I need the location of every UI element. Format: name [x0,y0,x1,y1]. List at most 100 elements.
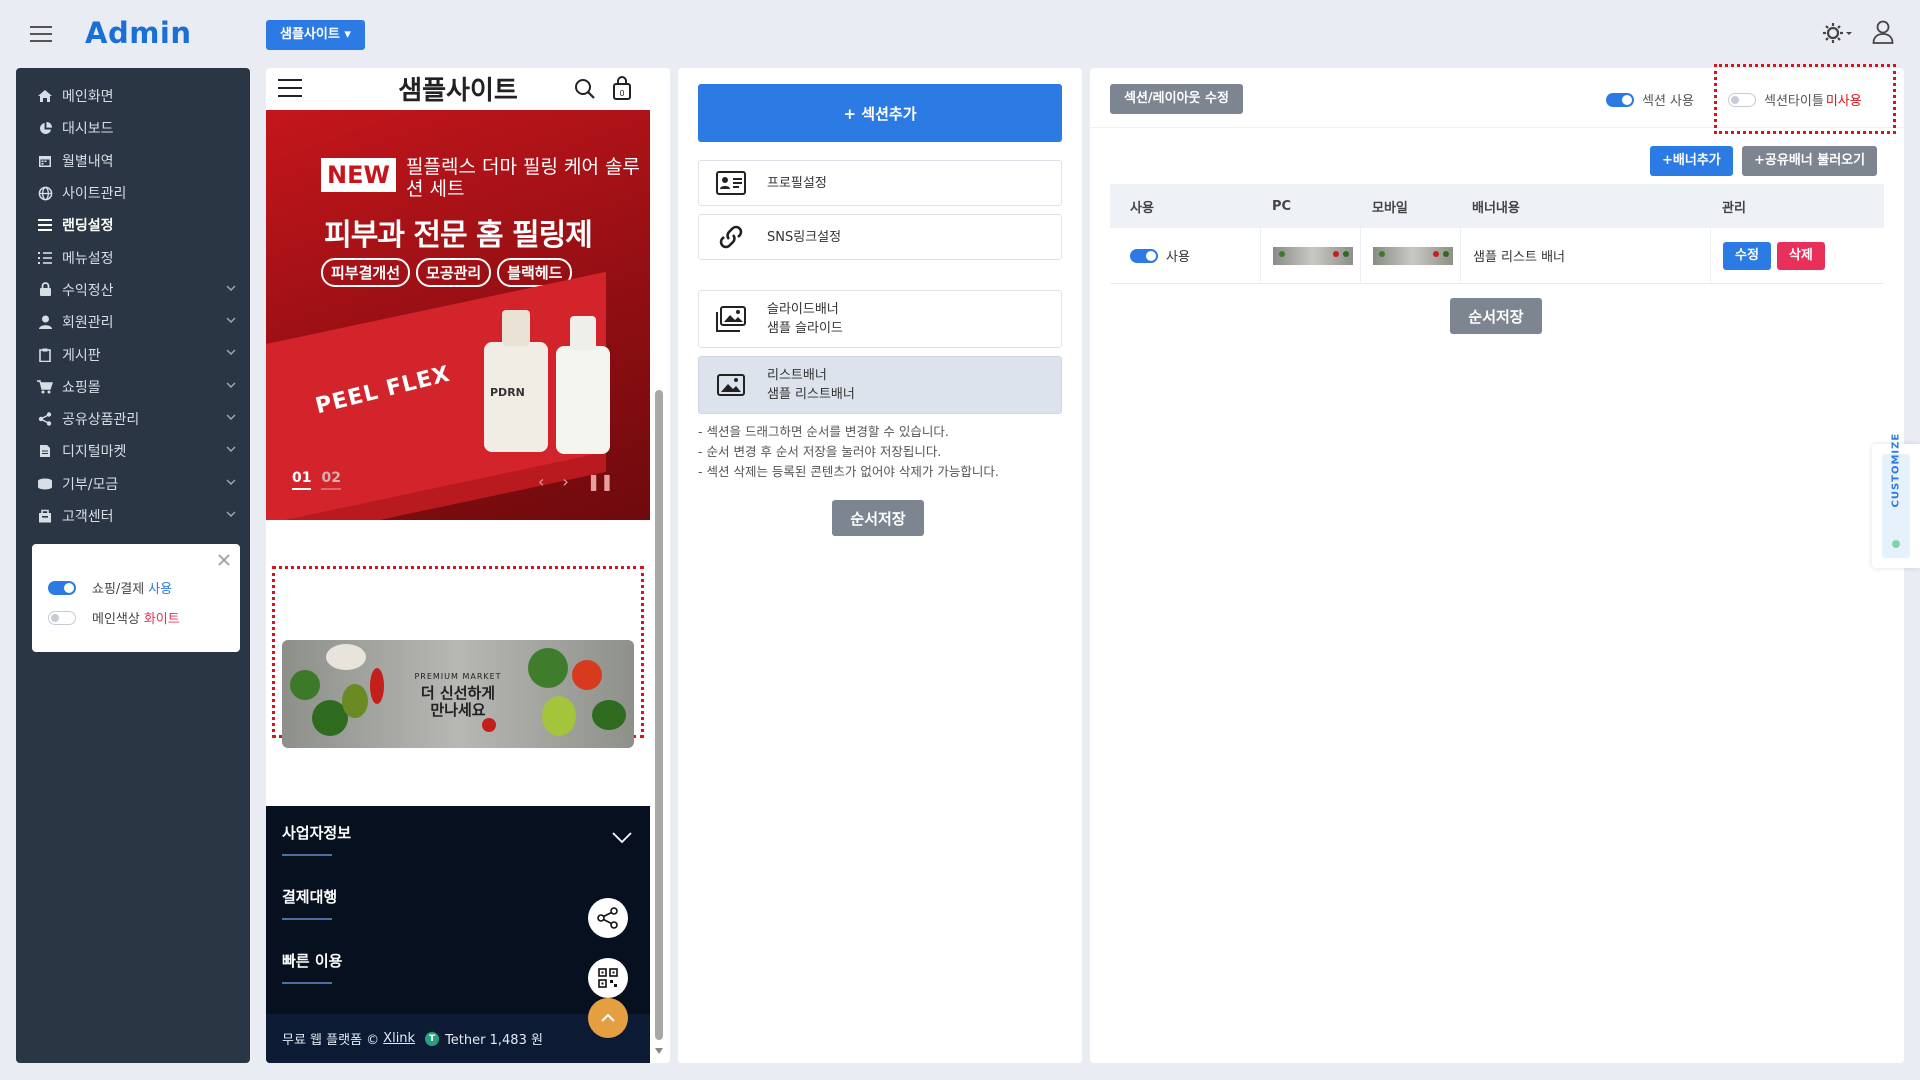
banner-line2: 만나세요 [430,701,486,719]
sidebar-item-label: 회원관리 [62,315,114,332]
chevron-down-icon [226,414,236,420]
manage-cell: 수정 삭제 [1710,227,1884,284]
qr-code-fab-icon[interactable] [588,958,628,998]
sidebar: 메인화면 대시보드 월별내역사이트관리랜딩설정 메뉴설정수익정산회원관리게시판 쇼핑몰공… [16,68,250,1063]
app-logo[interactable]: Admin [85,16,192,50]
sidebar-item-label: 사이트관리 [62,186,127,203]
quick-settings-card: 쇼핑/결제 사용 메인색상 화이트 [32,544,240,652]
preview-scrollbar[interactable] [650,68,670,1063]
chevron-down-icon [226,446,236,453]
banner-use-toggle[interactable] [1130,248,1158,263]
footer-payment-agent[interactable]: 결제대행 [282,886,337,907]
chevron-down-icon [226,382,236,388]
customize-tab[interactable]: CUSTOMIZE [1872,433,1920,568]
sidebar-item[interactable]: 수익정산 [16,274,250,306]
sidebar-item-label: 수익정산 [62,282,114,299]
section-card-slide-banner[interactable]: 슬라이드배너샘플 슬라이드 [698,290,1062,348]
save-banner-order-button[interactable]: 순서저장 [1450,298,1542,334]
sidebar-item[interactable]: 대시보드 [16,112,250,144]
site-selector-dropdown[interactable]: 샘플사이트 ▾ [266,20,365,50]
shopping-setting-row: 쇼핑/결제 사용 [48,578,172,597]
sidebar-item-label: 디지털마켓 [62,444,127,461]
section-card-label: SNS링크설정 [767,229,842,245]
profile-card-icon [715,169,747,197]
banner-table: 사용 PC 모바일 배너내용 관리 사용 샘플 리스트 배너 수정 삭제 [1110,184,1884,284]
section-help-notes: - 섹션을 드래그하면 순서를 변경할 수 있습니다. - 순서 변경 후 순서… [698,422,999,482]
mobile-preview-panel: 샘플사이트 0 NEW 필플렉스 더마 필링 케어 솔루션 세트 피부과 전문 … [266,68,670,1063]
hero-tag: 피부결개선 [321,258,411,287]
shopping-toggle[interactable] [48,580,76,595]
sidebar-item[interactable]: 회원관리 [16,306,250,338]
add-banner-button[interactable]: +배너추가 [1650,146,1733,176]
sidebar-item[interactable]: 고객센터 [16,500,250,532]
sidebar-item-label: 공유상품관리 [62,412,140,429]
file-icon [36,442,54,460]
sidebar-item[interactable]: 공유상품관리 [16,403,250,435]
section-use-toggle[interactable] [1606,92,1634,107]
slide-indicator-current[interactable]: 01 [292,470,312,490]
footer-xlink-link[interactable]: Xlink [383,1031,415,1046]
sidebar-item[interactable]: 메인화면 [16,80,250,112]
sidebar-item[interactable]: 디지털마켓 [16,435,250,467]
top-bar: Admin 샘플사이트 ▾ [0,0,1920,68]
sidebar-item[interactable]: 사이트관리 [16,177,250,209]
banner-line1: 더 신선하게 [420,684,496,702]
hero-slide-banner[interactable]: NEW 필플렉스 더마 필링 케어 솔루션 세트 피부과 전문 홈 필링제 피부… [266,110,650,520]
globe-icon [36,184,54,202]
sidebar-item[interactable]: 쇼핑몰 [16,371,250,403]
section-card-label: 슬라이드배너 [767,302,839,317]
calendar-icon [36,152,54,170]
table-row[interactable]: 사용 샘플 리스트 배너 수정 삭제 [1110,227,1884,284]
save-order-button[interactable]: 순서저장 [832,500,924,536]
sidebar-item[interactable]: 기부/모금 [16,468,250,500]
main-color-toggle[interactable] [48,610,76,625]
chevron-down-icon [226,285,236,291]
section-card-profile[interactable]: 프로필설정 [698,160,1062,206]
sections-panel: + 섹션추가 프로필설정 SNS링크설정 슬라이드배너샘플 슬라이드 리스트배너… [678,68,1082,1063]
slide-next-icon[interactable]: › [562,472,568,491]
sidebar-item[interactable]: 랜딩설정 [16,209,250,241]
footer-quick-use[interactable]: 빠른 이용 [282,950,342,971]
delete-button[interactable]: 삭제 [1776,241,1825,270]
slide-indicator-next[interactable]: 02 [321,470,341,490]
chevron-down-icon[interactable] [612,832,632,844]
section-editor-panel: 섹션/레이아웃 수정 섹션 사용 섹션타이틀 미사용 +배너추가 +공유배너 불… [1090,64,1904,1063]
list-banner-image[interactable]: PREMIUM MARKET 더 신선하게 만나세요 [282,640,634,748]
section-card-sns-links[interactable]: SNS링크설정 [698,214,1062,260]
footer-business-info[interactable]: 사업자정보 [282,822,351,843]
pc-banner-thumbnail [1273,246,1353,265]
support-icon [36,507,54,525]
share-fab-icon[interactable] [588,898,628,938]
slide-pagination: 01 02 [292,470,341,490]
sidebar-item[interactable]: 게시판 [16,338,250,370]
add-section-button[interactable]: + 섹션추가 [698,84,1062,142]
preview-search-icon[interactable] [574,78,596,100]
section-card-list-banner[interactable]: 리스트배너 샘플 리스트배너 [698,356,1062,414]
footer-underline [282,854,332,856]
menu-toggle-icon[interactable] [30,26,52,42]
pie-chart-icon [36,119,54,137]
sidebar-item[interactable]: 메뉴설정 [16,241,250,273]
hero-subtitle: 필플렉스 더마 필링 케어 솔루션 세트 [406,156,640,200]
user-account-icon[interactable] [1872,20,1894,44]
slide-pause-icon[interactable]: ❚❚ [587,472,614,491]
use-cell: 사용 [1110,246,1260,265]
sidebar-item-label: 고객센터 [62,509,114,525]
section-card-sublabel: 샘플 슬라이드 [767,321,843,336]
banner-content-cell: 샘플 리스트 배너 [1460,227,1710,284]
scroll-top-fab-icon[interactable] [588,998,628,1038]
list-banner-text: PREMIUM MARKET 더 신선하게 만나세요 [392,668,524,719]
bottle-label: PDRN [490,386,525,399]
chevron-down-icon [226,317,236,324]
sidebar-item[interactable]: 월별내역 [16,145,250,177]
close-icon[interactable] [218,554,230,566]
lock-icon [36,281,54,299]
theme-gear-icon[interactable] [1823,22,1853,44]
preview-cart-icon[interactable]: 0 [612,76,632,100]
load-shared-banner-button[interactable]: +공유배너 불러오기 [1742,146,1878,176]
cart-icon [36,378,54,396]
slide-prev-icon[interactable]: ‹ [538,472,544,491]
edit-button[interactable]: 수정 [1723,241,1771,270]
share-icon [36,410,54,428]
footer-underline [282,982,332,984]
